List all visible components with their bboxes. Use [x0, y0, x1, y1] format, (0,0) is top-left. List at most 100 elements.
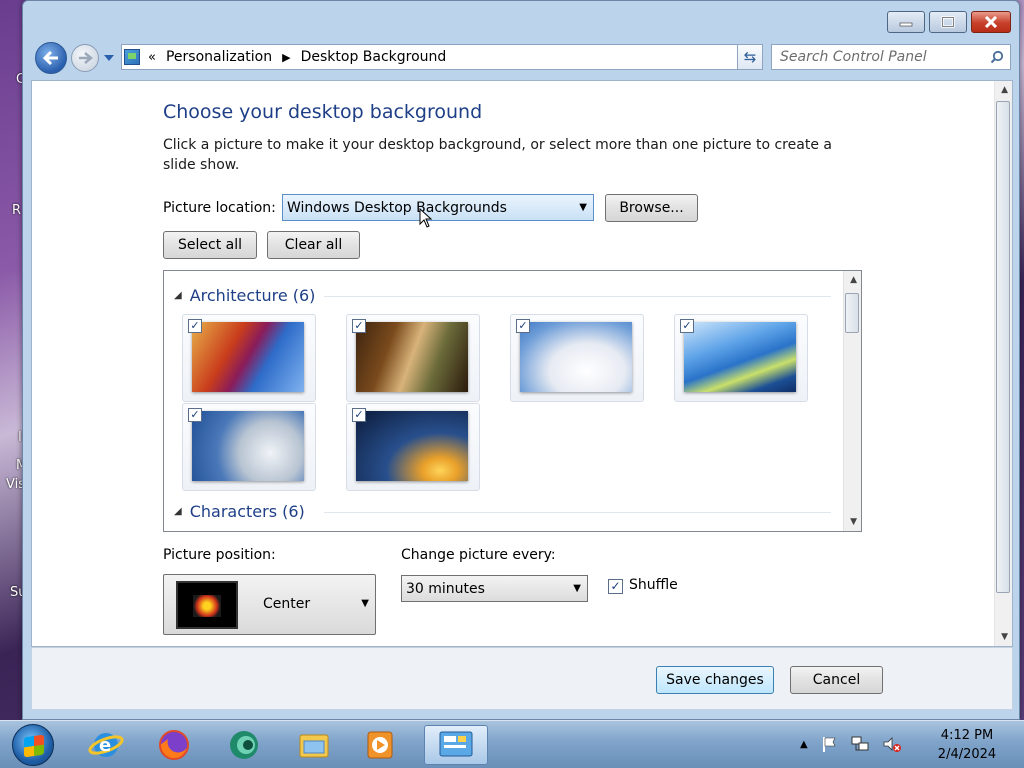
taskbar-internet-explorer[interactable]: e: [84, 725, 128, 765]
control-panel-icon: [439, 731, 473, 757]
breadcrumb-overflow[interactable]: «: [148, 50, 156, 65]
forward-button[interactable]: [71, 44, 99, 72]
wallpaper-image: [192, 411, 304, 481]
svg-text:e: e: [99, 735, 111, 756]
firefox-icon: [159, 730, 189, 760]
wallpaper-checkbox[interactable]: ✓: [352, 319, 366, 333]
control-panel-window: « Personalization ▶ Desktop Background ▼…: [22, 0, 1020, 720]
media-player-icon: [367, 731, 393, 759]
flower-image: [193, 595, 221, 617]
wallpaper-checkbox[interactable]: ✓: [188, 408, 202, 422]
wallpaper-thumbnail[interactable]: ✓: [346, 314, 480, 402]
wallpaper-image: [356, 411, 468, 481]
wallpaper-thumbnail[interactable]: ✓: [510, 314, 644, 402]
expanded-triangle-icon[interactable]: ◢: [174, 506, 182, 517]
taskbar-green-app[interactable]: [222, 725, 266, 765]
page-title: Choose your desktop background: [163, 101, 483, 123]
desktop-icon-label[interactable]: R: [12, 203, 21, 218]
mouse-cursor-icon: [419, 208, 433, 228]
taskbar-firefox[interactable]: [152, 725, 196, 765]
back-button[interactable]: [35, 42, 67, 74]
recent-pages-dropdown-icon[interactable]: [103, 54, 115, 62]
chevron-down-icon: ▼: [573, 583, 581, 594]
green-circle-app-icon: [230, 731, 258, 759]
content-pane: Choose your desktop background Click a p…: [31, 80, 1013, 647]
minimize-button[interactable]: [887, 11, 925, 33]
picture-position-value: Center: [263, 596, 311, 612]
back-arrow-icon: [42, 50, 58, 66]
picture-location-label: Picture location:: [163, 200, 276, 216]
expanded-triangle-icon[interactable]: ◢: [174, 290, 182, 301]
wallpaper-thumbnail[interactable]: ✓: [182, 314, 316, 402]
breadcrumb-desktop-background[interactable]: Desktop Background: [301, 49, 447, 65]
close-button[interactable]: [971, 11, 1011, 33]
save-changes-button[interactable]: Save changes: [656, 666, 774, 694]
picture-gallery[interactable]: ◢ Architecture (6) ✓ ✓ ✓ ✓ ✓ ✓ ◢ Charact…: [163, 270, 862, 532]
group-header-characters[interactable]: ◢ Characters (6): [174, 502, 305, 521]
wallpaper-thumbnail[interactable]: ✓: [674, 314, 808, 402]
group-divider: [324, 512, 831, 513]
position-preview-image: [176, 581, 238, 629]
action-center-flag-icon[interactable]: [820, 735, 838, 753]
refresh-icon: ⇆: [743, 48, 757, 66]
content-scrollbar-thumb[interactable]: [996, 101, 1010, 593]
wallpaper-image: [520, 322, 632, 392]
wallpaper-checkbox[interactable]: ✓: [188, 319, 202, 333]
chevron-down-icon: ▼: [361, 598, 369, 609]
picture-position-select[interactable]: Center ▼: [163, 574, 376, 635]
group-header-architecture[interactable]: ◢ Architecture (6): [174, 286, 315, 305]
content-scrollbar[interactable]: ▲ ▼: [994, 81, 1012, 646]
group-count: (6): [282, 502, 305, 521]
start-button[interactable]: [12, 724, 54, 766]
cancel-button[interactable]: Cancel: [790, 666, 883, 694]
clear-all-button[interactable]: Clear all: [267, 231, 360, 259]
scroll-down-arrow-icon[interactable]: ▼: [850, 517, 857, 527]
picture-position-label: Picture position:: [163, 547, 276, 563]
search-placeholder: Search Control Panel: [780, 49, 927, 65]
refresh-button[interactable]: ⇆: [737, 44, 763, 70]
search-input[interactable]: Search Control Panel: [771, 44, 1011, 70]
volume-muted-icon[interactable]: [882, 735, 902, 753]
group-count: (6): [292, 286, 316, 305]
internet-explorer-icon: e: [88, 733, 124, 757]
wallpaper-checkbox[interactable]: ✓: [352, 408, 366, 422]
scroll-up-arrow-icon[interactable]: ▲: [850, 275, 857, 285]
wallpaper-image: [192, 322, 304, 392]
scroll-down-arrow-icon[interactable]: ▼: [1001, 632, 1008, 642]
wallpaper-thumbnail[interactable]: ✓: [346, 403, 480, 491]
browse-button[interactable]: Browse...: [605, 194, 698, 222]
wallpaper-checkbox[interactable]: ✓: [680, 319, 694, 333]
scroll-up-arrow-icon[interactable]: ▲: [1001, 85, 1008, 95]
chevron-down-icon: ▼: [579, 202, 587, 213]
shuffle-checkbox[interactable]: ✓: [608, 579, 623, 594]
gallery-scrollbar[interactable]: ▲ ▼: [843, 271, 861, 531]
network-icon[interactable]: [850, 735, 870, 753]
clock[interactable]: 4:12 PM 2/4/2024: [922, 726, 1012, 764]
show-hidden-icons-icon[interactable]: ▲: [800, 739, 808, 750]
system-tray: ▲: [800, 735, 902, 753]
breadcrumb-personalization[interactable]: Personalization: [166, 49, 272, 65]
taskbar-control-panel[interactable]: [424, 725, 488, 765]
change-picture-label: Change picture every:: [401, 547, 556, 563]
address-bar[interactable]: « Personalization ▶ Desktop Background ▼: [121, 44, 761, 70]
taskbar: e ▲ 4:12 PM 2/4/2024: [0, 720, 1024, 768]
change-picture-interval-select[interactable]: 30 minutes ▼: [401, 575, 588, 602]
search-icon[interactable]: [990, 50, 1004, 64]
wallpaper-thumbnail[interactable]: ✓: [182, 403, 316, 491]
picture-location-value: Windows Desktop Backgrounds: [287, 199, 507, 216]
breadcrumb-separator-icon[interactable]: ▶: [282, 51, 290, 64]
gallery-scrollbar-thumb[interactable]: [845, 293, 859, 333]
select-all-button[interactable]: Select all: [163, 231, 257, 259]
control-panel-icon: [124, 49, 140, 65]
change-picture-interval-value: 30 minutes: [406, 580, 485, 597]
wallpaper-checkbox[interactable]: ✓: [516, 319, 530, 333]
clock-time: 4:12 PM: [940, 728, 994, 743]
shuffle-label[interactable]: Shuffle: [629, 577, 678, 593]
group-divider: [324, 296, 831, 297]
taskbar-media-player[interactable]: [358, 725, 402, 765]
windows-logo-icon: [24, 734, 44, 758]
maximize-button[interactable]: [929, 11, 967, 33]
picture-location-select[interactable]: Windows Desktop Backgrounds ▼: [282, 194, 594, 221]
taskbar-windows-explorer[interactable]: [292, 725, 336, 765]
clock-date: 2/4/2024: [937, 747, 997, 762]
